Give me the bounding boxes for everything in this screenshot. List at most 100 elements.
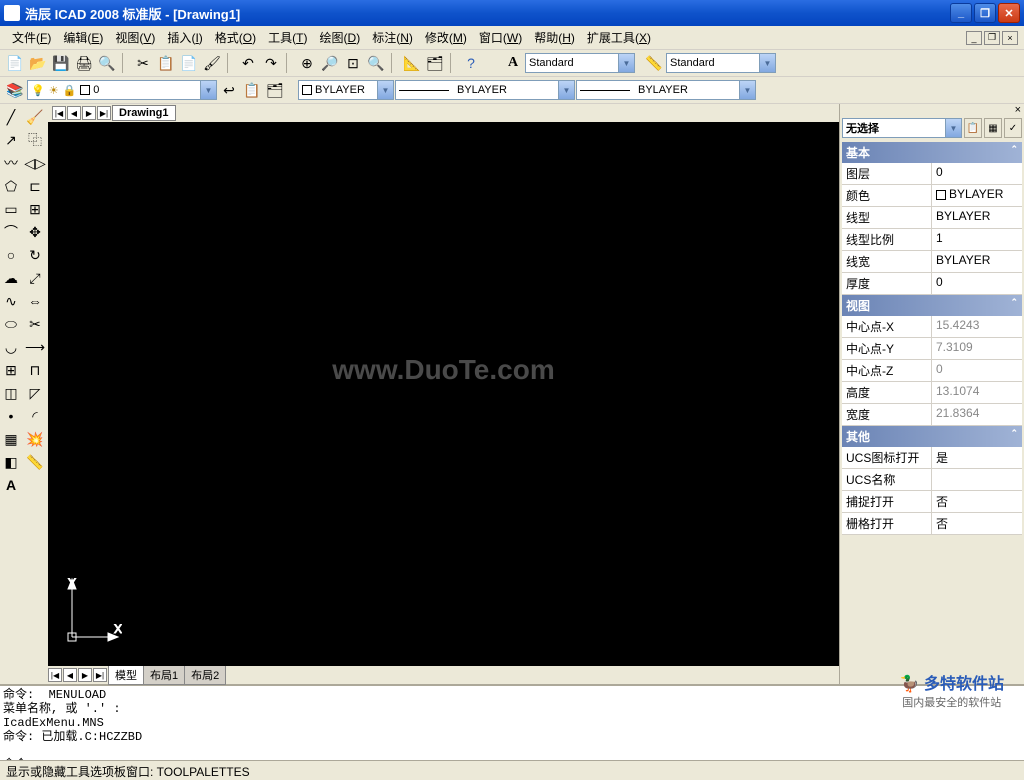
menu-view[interactable]: 视图(V)	[109, 26, 161, 49]
tab-model[interactable]: 模型	[108, 665, 144, 685]
explode-icon[interactable]: 💥	[24, 428, 46, 450]
drawing-canvas[interactable]: www.DuoTe.com Y X	[48, 122, 839, 666]
print-icon[interactable]: 🖨	[73, 52, 95, 74]
erase-icon[interactable]: 🧹	[24, 106, 46, 128]
prop-value[interactable]: 13.1074	[932, 382, 1022, 403]
file-tab-drawing1[interactable]: Drawing1	[112, 105, 176, 121]
minimize-button[interactable]: _	[950, 3, 972, 23]
prop-value[interactable]: 0	[932, 163, 1022, 184]
prop-row[interactable]: 线型BYLAYER	[842, 207, 1022, 229]
zoom-prev-icon[interactable]: 🔍	[365, 52, 387, 74]
menu-modify[interactable]: 修改(M)	[419, 26, 473, 49]
chevron-down-icon[interactable]: ▼	[739, 81, 755, 99]
copy-obj-icon[interactable]: ⿻	[24, 129, 46, 151]
chevron-down-icon[interactable]: ▼	[618, 54, 634, 72]
ellipse-arc-icon[interactable]: ◡	[0, 336, 22, 358]
polyline-icon[interactable]: 〰	[0, 152, 22, 174]
scale-icon[interactable]: ⤢	[24, 267, 46, 289]
menu-help[interactable]: 帮助(H)	[528, 26, 581, 49]
prop-row[interactable]: 线型比例1	[842, 229, 1022, 251]
ellipse-icon[interactable]: ⬭	[0, 313, 22, 335]
prop-value[interactable]: BYLAYER	[932, 185, 1022, 206]
cut-icon[interactable]: ✂	[132, 52, 154, 74]
layer-manager-icon[interactable]: 📚	[4, 79, 26, 101]
polygon-icon[interactable]: ⬠	[0, 175, 22, 197]
prop-row[interactable]: 图层0	[842, 163, 1022, 185]
nav-first-icon[interactable]: |◀	[52, 106, 66, 120]
prop-row[interactable]: 高度13.1074	[842, 382, 1022, 404]
prop-row[interactable]: 栅格打开否	[842, 513, 1022, 535]
spline-icon[interactable]: ∿	[0, 290, 22, 312]
array-icon[interactable]: ⊞	[24, 198, 46, 220]
open-icon[interactable]: 📂	[27, 52, 49, 74]
text-style-combo[interactable]: Standard ▼	[525, 53, 635, 73]
design-center-icon[interactable]: 🗂	[424, 52, 446, 74]
prop-value[interactable]: BYLAYER	[932, 251, 1022, 272]
prop-row[interactable]: 捕捉打开否	[842, 491, 1022, 513]
command-window[interactable]: 命令: MENULOAD 菜单名称, 或 '.' : IcadExMenu.MN…	[0, 684, 1024, 760]
layer-combo[interactable]: 💡 ☀ 🔒 0 ▼	[27, 80, 217, 100]
prop-row[interactable]: 厚度0	[842, 273, 1022, 295]
prop-value[interactable]: 0	[932, 273, 1022, 294]
line-icon[interactable]: ╱	[0, 106, 22, 128]
linetype-combo[interactable]: BYLAYER ▼	[395, 80, 575, 100]
extend-icon[interactable]: ⟶	[24, 336, 46, 358]
zoom-win-icon[interactable]: ⊡	[342, 52, 364, 74]
menu-dim[interactable]: 标注(N)	[366, 26, 419, 49]
chevron-down-icon[interactable]: ▼	[558, 81, 574, 99]
stretch-icon[interactable]: ⇔	[24, 290, 46, 312]
zoom-rt-icon[interactable]: 🔎	[319, 52, 341, 74]
offset-icon[interactable]: ⊏	[24, 175, 46, 197]
redo-icon[interactable]: ↷	[260, 52, 282, 74]
prop-value[interactable]	[932, 469, 1022, 490]
make-block-icon[interactable]: ◫	[0, 382, 22, 404]
mdi-restore[interactable]: ❐	[984, 31, 1000, 45]
layer-state-icon[interactable]: 📋	[241, 79, 263, 101]
mtext-icon[interactable]: A	[0, 474, 22, 496]
rectangle-icon[interactable]: ▭	[0, 198, 22, 220]
mdi-minimize[interactable]: _	[966, 31, 982, 45]
match-icon[interactable]: 🖌	[201, 52, 223, 74]
tab-layout1[interactable]: 布局1	[143, 665, 185, 685]
insert-block-icon[interactable]: ⊞	[0, 359, 22, 381]
pickadd-icon[interactable]: ✓	[1004, 118, 1022, 138]
dim-style-icon[interactable]: 📏	[643, 52, 665, 74]
dim-style-combo[interactable]: Standard ▼	[666, 53, 776, 73]
prop-value[interactable]: 是	[932, 447, 1022, 468]
mtab-last-icon[interactable]: ▶|	[93, 668, 107, 682]
selection-combo[interactable]: 无选择 ▼	[842, 118, 962, 138]
prop-value[interactable]: 否	[932, 513, 1022, 534]
text-style-icon[interactable]: A	[502, 52, 524, 74]
prop-row[interactable]: 中心点-Z0	[842, 360, 1022, 382]
move-icon[interactable]: ✥	[24, 221, 46, 243]
close-button[interactable]: ✕	[998, 3, 1020, 23]
chamfer-icon[interactable]: ◸	[24, 382, 46, 404]
menu-draw[interactable]: 绘图(D)	[314, 26, 367, 49]
layer-tool-icon[interactable]: 🗂	[264, 79, 286, 101]
prop-value[interactable]: 否	[932, 491, 1022, 512]
chevron-down-icon[interactable]: ▼	[377, 81, 393, 99]
prop-section-header[interactable]: 其他⌃	[842, 426, 1022, 447]
prop-value[interactable]: BYLAYER	[932, 207, 1022, 228]
chevron-down-icon[interactable]: ▼	[200, 81, 216, 99]
mtab-first-icon[interactable]: |◀	[48, 668, 62, 682]
quick-select-icon[interactable]: 📋	[964, 118, 982, 138]
save-icon[interactable]: 💾	[50, 52, 72, 74]
props-icon[interactable]: 📐	[401, 52, 423, 74]
prop-row[interactable]: 中心点-X15.4243	[842, 316, 1022, 338]
chevron-down-icon[interactable]: ▼	[945, 119, 961, 137]
copy-icon[interactable]: 📋	[155, 52, 177, 74]
revcloud-icon[interactable]: ☁	[0, 267, 22, 289]
nav-next-icon[interactable]: ▶	[82, 106, 96, 120]
arc-icon[interactable]: ⌒	[0, 221, 22, 243]
region-icon[interactable]: ◧	[0, 451, 22, 473]
chevron-down-icon[interactable]: ▼	[759, 54, 775, 72]
pan-icon[interactable]: ⊕	[296, 52, 318, 74]
mdi-close[interactable]: ×	[1002, 31, 1018, 45]
prop-row[interactable]: UCS名称	[842, 469, 1022, 491]
menu-file[interactable]: 文件(F)	[6, 26, 57, 49]
menu-tools[interactable]: 工具(T)	[262, 26, 313, 49]
maximize-button[interactable]: ❐	[974, 3, 996, 23]
prop-row[interactable]: 宽度21.8364	[842, 404, 1022, 426]
prop-section-header[interactable]: 基本⌃	[842, 142, 1022, 163]
